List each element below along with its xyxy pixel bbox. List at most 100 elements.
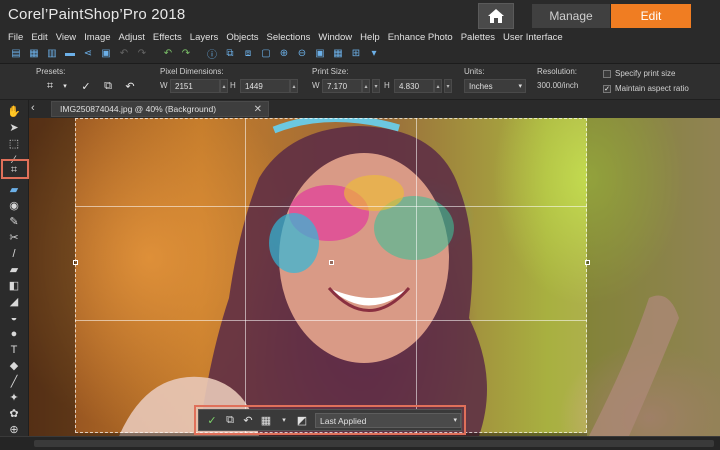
chevron-down-icon: ▾ bbox=[453, 417, 457, 424]
clone-tool-icon[interactable]: ✂ bbox=[4, 230, 24, 245]
pixel-height-spinner[interactable]: ▴ bbox=[290, 79, 298, 93]
info-icon[interactable]: ⓘ bbox=[204, 47, 220, 61]
crop-as-new-image-icon[interactable]: ⧉ bbox=[223, 413, 237, 427]
menu-enhance-photo[interactable]: Enhance Photo bbox=[384, 32, 457, 43]
standard-toolbar: ▤ ▦ ▥ ▬ ⋖ ▣ ↶ ↷ ↶ ↷ ⓘ ⧉ ⧈ ▢ ⊕ ⊖ ▣ ▦ ⊞ ▾ bbox=[0, 44, 720, 64]
apply-icon[interactable]: ✓ bbox=[205, 413, 219, 427]
specify-print-size-checkbox[interactable] bbox=[603, 70, 611, 78]
crop-handle-right[interactable] bbox=[585, 260, 590, 265]
pan-tool-icon[interactable]: ✋ bbox=[4, 104, 24, 119]
print-width-spinner[interactable]: ▴ bbox=[362, 79, 370, 93]
document-tab[interactable]: IMG250874044.jpg @ 40% (Background) ✕ bbox=[51, 101, 269, 117]
tab-edit[interactable]: Edit bbox=[611, 4, 691, 28]
units-chevron-down-icon: ▾ bbox=[518, 83, 522, 90]
crop-grid-line bbox=[416, 118, 417, 433]
fill-tool-icon[interactable]: ◒ bbox=[4, 310, 24, 325]
undo-icon[interactable]: ↶ bbox=[116, 47, 132, 61]
menu-window[interactable]: Window bbox=[314, 32, 356, 43]
crop-handle-left[interactable] bbox=[73, 260, 78, 265]
menu-palettes[interactable]: Palettes bbox=[457, 32, 499, 43]
units-label: Units: bbox=[464, 67, 485, 76]
home-button[interactable] bbox=[478, 3, 514, 29]
add-tool-icon[interactable]: ⊕ bbox=[4, 422, 24, 437]
menu-objects[interactable]: Objects bbox=[222, 32, 262, 43]
resize-icon[interactable]: ⊞ bbox=[348, 47, 364, 61]
presets-dropdown[interactable]: ⌗ bbox=[42, 79, 58, 93]
share-icon[interactable]: ⋖ bbox=[80, 47, 96, 61]
aspect-ratio-icon[interactable]: ◩ bbox=[295, 413, 309, 427]
copy-icon[interactable]: ⧉ bbox=[222, 47, 238, 61]
pixel-height-field[interactable]: 1449 bbox=[240, 79, 290, 93]
print-height-field[interactable]: 4.830 bbox=[394, 79, 434, 93]
menu-layers[interactable]: Layers bbox=[186, 32, 223, 43]
document-tabs: ‹ IMG250874044.jpg @ 40% (Background) ✕ bbox=[29, 100, 720, 118]
presets-chevron-down-icon[interactable]: ▾ bbox=[57, 79, 73, 93]
red-eye-tool-icon[interactable]: ◉ bbox=[4, 198, 24, 213]
print-width-field[interactable]: 7.170 bbox=[322, 79, 362, 93]
horizontal-scrollbar[interactable] bbox=[34, 440, 714, 447]
image-canvas[interactable] bbox=[29, 118, 720, 436]
crop-rectangle[interactable] bbox=[75, 118, 587, 433]
text-tool-icon[interactable]: T bbox=[4, 342, 24, 357]
menu-adjust[interactable]: Adjust bbox=[115, 32, 149, 43]
save-icon[interactable]: ▬ bbox=[62, 47, 78, 61]
menu-edit[interactable]: Edit bbox=[27, 32, 51, 43]
open-icon[interactable]: ▦ bbox=[26, 47, 42, 61]
crop-to-new-image-icon[interactable]: ⧉ bbox=[100, 79, 116, 93]
undo-history-icon[interactable]: ↶ bbox=[160, 47, 176, 61]
image-info-icon[interactable]: ▢ bbox=[258, 47, 274, 61]
zoom-out-icon[interactable]: ⊖ bbox=[294, 47, 310, 61]
crop-preset-select[interactable]: Last Applied ▾ bbox=[315, 413, 461, 428]
tab-manage[interactable]: Manage bbox=[532, 4, 610, 28]
picture-tube-icon[interactable]: ✦ bbox=[4, 390, 24, 405]
print-h-label: H bbox=[384, 81, 390, 90]
zoom-in-icon[interactable]: ⊕ bbox=[276, 47, 292, 61]
redo-icon[interactable]: ↷ bbox=[134, 47, 150, 61]
rotate-icon[interactable]: ↶ bbox=[241, 413, 255, 427]
pixel-w-label: W bbox=[160, 81, 168, 90]
pixel-width-field[interactable]: 2151 bbox=[170, 79, 220, 93]
airbrush-icon[interactable]: ▰ bbox=[4, 262, 24, 277]
floating-crop-toolbar: ✓ ⧉ ↶ ▦ ▾ ◩ Last Applied ▾ bbox=[198, 409, 462, 431]
dodge-icon[interactable]: ◢ bbox=[4, 294, 24, 309]
redo-history-icon[interactable]: ↷ bbox=[178, 47, 194, 61]
grid-icon[interactable]: ▦ bbox=[259, 413, 273, 427]
maintain-aspect-checkbox[interactable]: ✓ bbox=[603, 85, 611, 93]
menu-user-interface[interactable]: User Interface bbox=[499, 32, 567, 43]
print-icon[interactable]: ▣ bbox=[98, 47, 114, 61]
pen-tool-icon[interactable]: ╱ bbox=[4, 374, 24, 389]
preset-shape-icon[interactable]: ◆ bbox=[4, 358, 24, 373]
menu-view[interactable]: View bbox=[52, 32, 80, 43]
print-height-spinner[interactable]: ▴ bbox=[434, 79, 442, 93]
print-height-slider[interactable]: ▾ bbox=[444, 79, 452, 93]
menu-help[interactable]: Help bbox=[356, 32, 384, 43]
lighten-darken-icon[interactable]: ◧ bbox=[4, 278, 24, 293]
color-replacer-icon[interactable]: ● bbox=[4, 326, 24, 341]
straighten-tool-icon[interactable]: ▰ bbox=[4, 182, 24, 197]
makeover-tool-icon[interactable]: ✎ bbox=[4, 214, 24, 229]
rotate-crop-icon[interactable]: ↶ bbox=[122, 79, 138, 93]
paint-brush-icon[interactable]: / bbox=[4, 246, 24, 261]
new-file-icon[interactable]: ▤ bbox=[8, 47, 24, 61]
menu-effects[interactable]: Effects bbox=[149, 32, 186, 43]
print-width-slider[interactable]: ▾ bbox=[372, 79, 380, 93]
tools-dropdown-icon[interactable]: ▾ bbox=[366, 47, 382, 61]
apply-crop-icon[interactable]: ✓ bbox=[78, 79, 94, 93]
paste-icon[interactable]: ⧈ bbox=[240, 47, 256, 61]
actual-size-icon[interactable]: ▦ bbox=[330, 47, 346, 61]
browse-icon[interactable]: ▥ bbox=[44, 47, 60, 61]
pixel-width-spinner[interactable]: ▴ bbox=[220, 79, 228, 93]
selection-tool-icon[interactable]: ⬚ bbox=[4, 136, 24, 151]
pick-tool-icon[interactable]: ➤ bbox=[4, 120, 24, 135]
crop-center-handle[interactable] bbox=[329, 260, 334, 265]
chevron-left-icon[interactable]: ‹ bbox=[31, 102, 35, 114]
close-icon[interactable]: ✕ bbox=[254, 104, 262, 115]
warp-brush-icon[interactable]: ✿ bbox=[4, 406, 24, 421]
menu-image[interactable]: Image bbox=[80, 32, 114, 43]
units-select[interactable]: Inches ▾ bbox=[464, 79, 526, 93]
menu-file[interactable]: File bbox=[4, 32, 27, 43]
fit-window-icon[interactable]: ▣ bbox=[312, 47, 328, 61]
app-title: Corel’PaintShop’Pro 2018 bbox=[8, 6, 186, 23]
menu-selections[interactable]: Selections bbox=[263, 32, 315, 43]
grid-chevron-down-icon[interactable]: ▾ bbox=[277, 413, 291, 427]
